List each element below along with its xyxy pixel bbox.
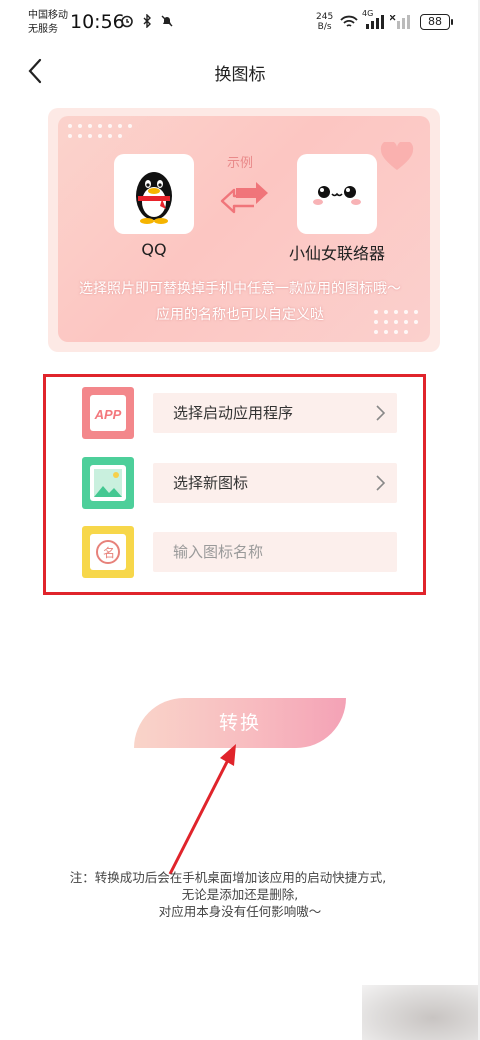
select-app-field[interactable]: 选择启动应用程序 xyxy=(153,393,397,433)
status-bar: 中国移动 无服务 10:56 245 B/s 4G 88 xyxy=(0,0,480,44)
status-time: 10:56 xyxy=(70,11,125,33)
chevron-right-icon xyxy=(376,405,385,421)
icon-name-input[interactable]: 输入图标名称 xyxy=(153,532,397,572)
qq-app-tile xyxy=(114,154,194,234)
target-app-label: 小仙女联络器 xyxy=(288,244,385,263)
source-app-label: QQ xyxy=(141,240,167,259)
icon-name-placeholder: 输入图标名称 xyxy=(173,543,264,561)
net-speed: 245 B/s xyxy=(316,12,334,32)
corner-watermark xyxy=(362,985,480,1040)
cell-signal-icon: 4G xyxy=(362,9,384,33)
select-icon-label: 选择新图标 xyxy=(173,474,249,492)
target-app-tile xyxy=(297,154,377,234)
carrier-info: 中国移动 无服务 xyxy=(28,9,68,37)
banner-subtitle: 应用的名称也可以自定义哒 xyxy=(156,307,324,323)
name-icon: 名 xyxy=(82,526,134,578)
battery-indicator: 88 xyxy=(420,14,453,30)
carrier-name: 中国移动 xyxy=(28,10,68,21)
note-line-1: 注：转换成功后会在手机桌面增加该应用的启动快捷方式, xyxy=(69,870,387,885)
note-line-2: 无论是添加还是删除, xyxy=(181,887,299,902)
bluetooth-icon xyxy=(140,13,154,29)
app-icon-text: APP xyxy=(94,407,122,422)
carrier-service: 无服务 xyxy=(28,24,58,35)
page-title: 换图标 xyxy=(214,65,266,85)
chevron-right-icon xyxy=(376,475,385,491)
note-line-3: 对应用本身没有任何影响嗷～ xyxy=(158,904,322,919)
no-signal-icon xyxy=(389,14,410,33)
image-icon xyxy=(82,457,134,509)
example-label: 示例 xyxy=(226,156,253,171)
red-arrow-annotation-icon xyxy=(168,744,236,875)
decor-dots-icon xyxy=(68,124,132,138)
banner-description: 选择照片即可替换掉手机中任意一款应用的图标哦～ xyxy=(79,281,401,297)
wifi-icon xyxy=(340,14,358,33)
select-icon-field[interactable]: 选择新图标 xyxy=(153,463,397,503)
qq-penguin-icon xyxy=(136,172,172,224)
swap-arrows-icon xyxy=(220,182,268,214)
app-icon: APP xyxy=(82,387,134,439)
select-app-label: 选择启动应用程序 xyxy=(173,404,294,422)
mute-bell-icon xyxy=(160,13,174,27)
name-icon-text: 名 xyxy=(103,545,115,560)
nav-bar: 换图标 xyxy=(0,44,480,100)
cute-face-icon xyxy=(313,186,361,205)
alarm-icon xyxy=(120,13,134,28)
usage-note: 注：转换成功后会在手机桌面增加该应用的启动快捷方式, 无论是添加还是删除, 对应… xyxy=(0,869,480,920)
